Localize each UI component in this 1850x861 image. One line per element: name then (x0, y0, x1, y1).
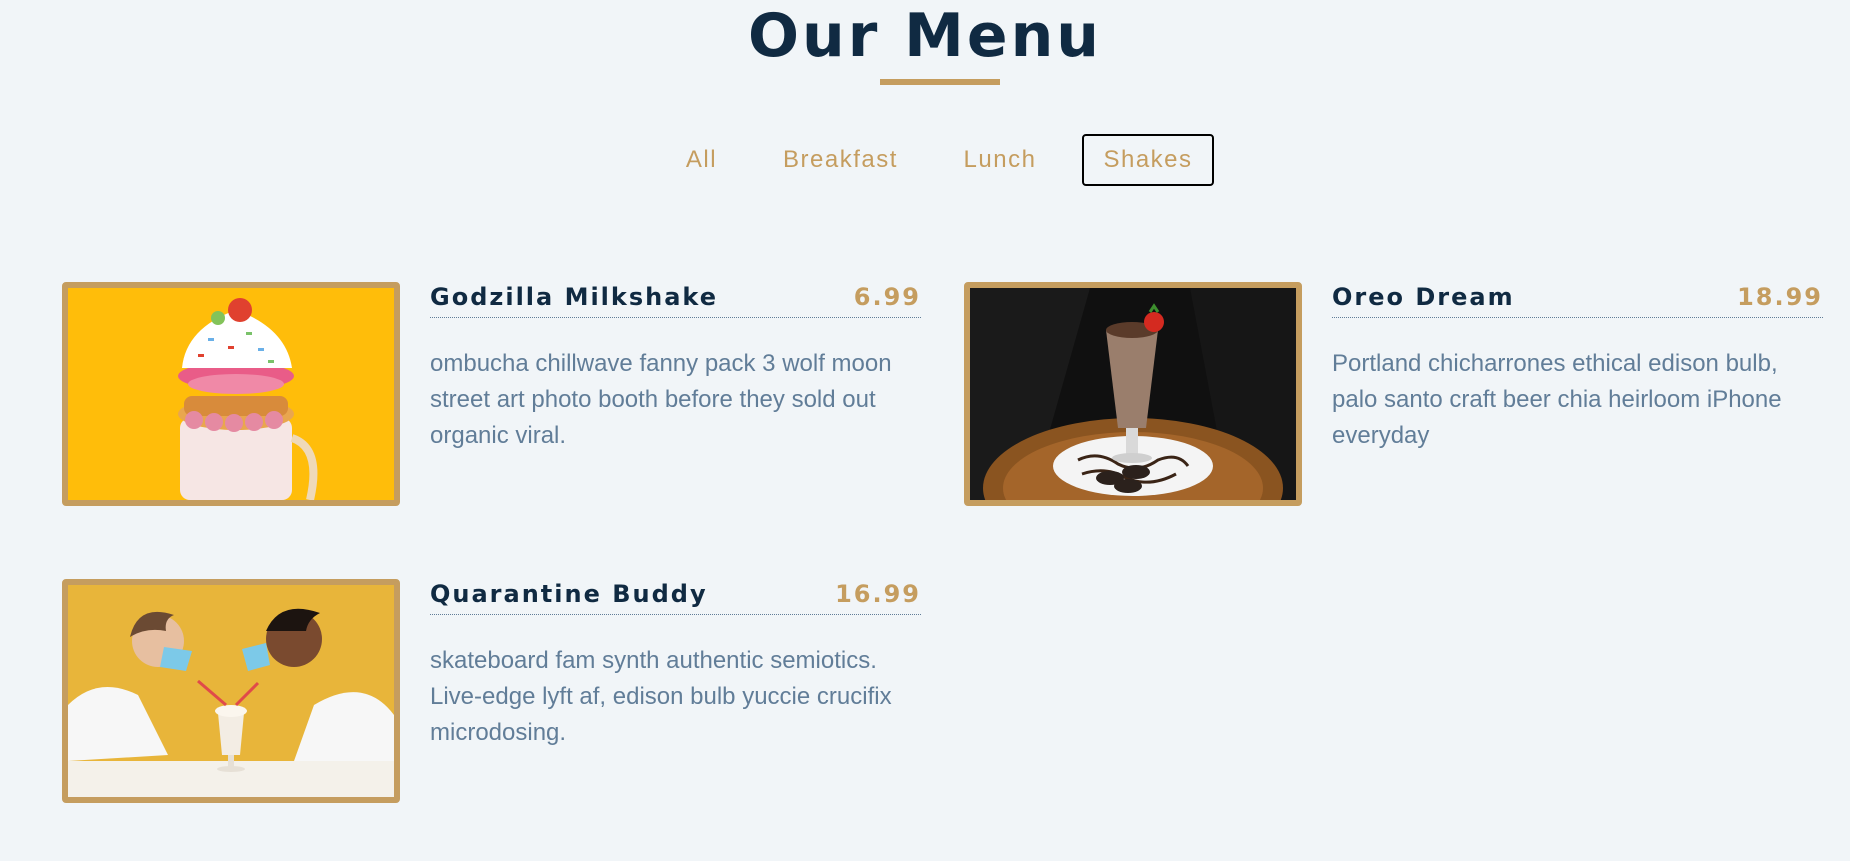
item-info: Quarantine Buddy 16.99 skateboard fam sy… (430, 579, 921, 751)
item-name: Oreo Dream (1332, 283, 1515, 311)
item-header: Oreo Dream 18.99 (1332, 282, 1823, 318)
item-description: ombucha chillwave fanny pack 3 wolf moon… (430, 350, 892, 449)
filter-all-button[interactable]: All (663, 134, 740, 186)
couple-shake-photo (62, 579, 400, 803)
oreo-shake-photo (964, 282, 1302, 506)
item-description: skateboard fam synth authentic semiotics… (430, 647, 892, 746)
item-info: Oreo Dream 18.99 Portland chicharrones e… (1332, 282, 1823, 454)
item-price: 6.99 (853, 283, 921, 311)
filter-breakfast-button[interactable]: Breakfast (765, 134, 916, 186)
item-header: Godzilla Milkshake 6.99 (430, 282, 921, 318)
item-price: 16.99 (835, 580, 921, 608)
item-header: Quarantine Buddy 16.99 (430, 579, 921, 615)
item-price: 18.99 (1737, 283, 1823, 311)
item-description: Portland chicharrones ethical edison bul… (1332, 350, 1782, 449)
filter-shakes-button[interactable]: Shakes (1082, 134, 1214, 186)
filter-bar: All Breakfast Lunch Shakes (0, 134, 1850, 186)
item-name: Godzilla Milkshake (430, 283, 719, 311)
item-info: Godzilla Milkshake 6.99 ombucha chillwav… (430, 282, 921, 454)
menu-item: Godzilla Milkshake 6.99 ombucha chillwav… (62, 282, 922, 508)
title-underline (880, 79, 1000, 85)
item-name: Quarantine Buddy (430, 580, 708, 608)
menu-item: Quarantine Buddy 16.99 skateboard fam sy… (62, 579, 922, 805)
milkshake-photo (62, 282, 400, 506)
filter-lunch-button[interactable]: Lunch (946, 134, 1054, 186)
menu-item: Oreo Dream 18.99 Portland chicharrones e… (964, 282, 1824, 508)
page-title: Our Menu (747, 1, 1103, 71)
